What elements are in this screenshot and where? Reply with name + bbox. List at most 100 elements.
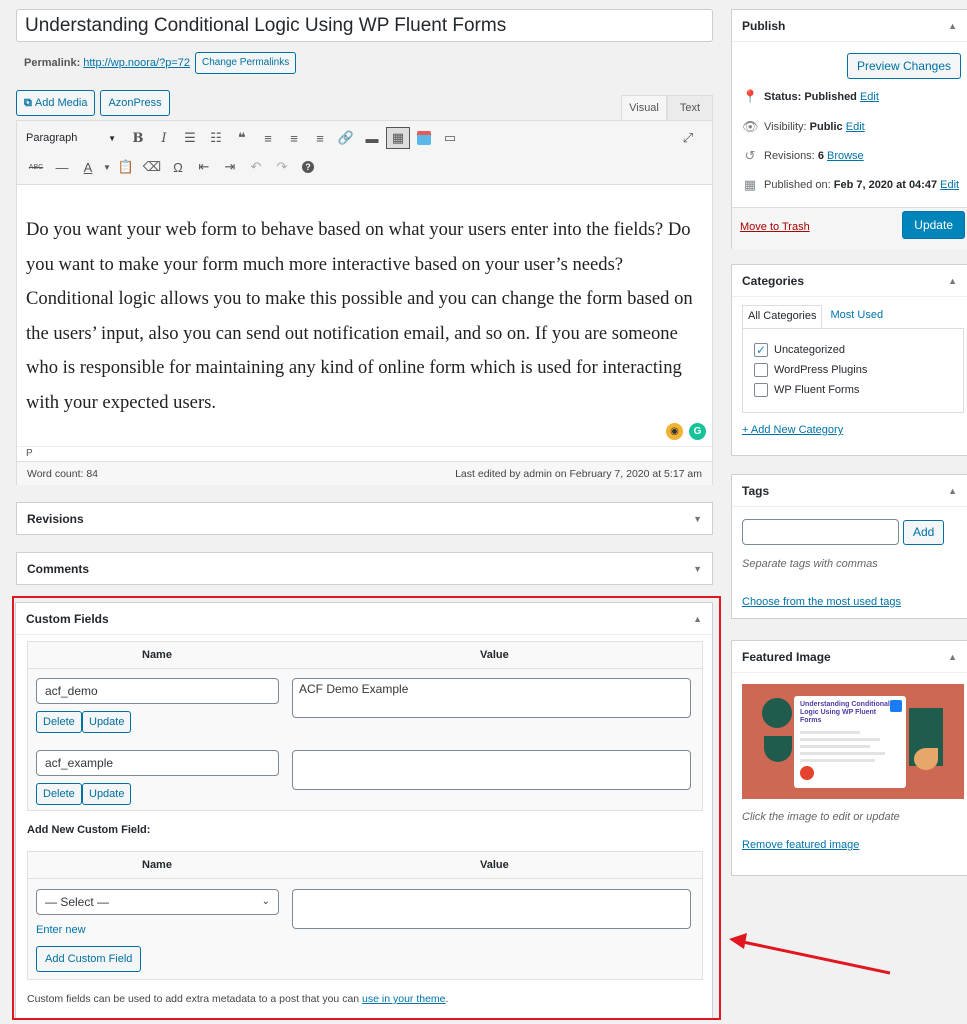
toggle-down-icon[interactable]: ▼ [693,564,702,574]
undo-icon[interactable]: ↶ [244,156,268,178]
clear-formatting-icon[interactable]: ⌫ [140,156,164,178]
tab-text[interactable]: Text [667,95,713,120]
shortcode-icon[interactable]: ▭ [438,127,462,149]
special-character-icon[interactable]: Ω [166,156,190,178]
featured-image-box: Featured Image ▲ Understanding Conditiona… [731,640,967,876]
toggle-up-icon[interactable]: ▲ [948,276,957,286]
toggle-up-icon[interactable]: ▲ [948,652,957,662]
tag-input[interactable] [742,519,899,545]
change-permalinks-button[interactable]: Change Permalinks [194,52,297,74]
browse-revisions-link[interactable]: Browse [827,150,864,162]
bold-icon[interactable]: B [126,127,150,149]
category-checkbox[interactable]: ✓ [754,343,768,357]
permalink-link[interactable]: http://wp.noora/?p=72 [83,57,190,69]
indent-icon[interactable]: ⇥ [218,156,242,178]
toolbar-toggle-icon[interactable]: ▦ [386,127,410,149]
publish-actions: Move to Trash Update [732,207,967,249]
featured-title: Featured Image [742,649,831,664]
add-tag-button[interactable]: Add [903,520,945,545]
status-value: Published [804,91,857,103]
categories-title: Categories [742,273,805,288]
format-select[interactable]: Paragraph ▼ [24,127,120,149]
preview-changes-button[interactable]: Preview Changes [846,53,961,79]
status-label: Status: [764,91,802,103]
tags-title: Tags [742,483,770,498]
grammarly-icon[interactable]: G [689,423,706,440]
outdent-icon[interactable]: ⇤ [192,156,216,178]
help-icon[interactable]: ? [296,156,320,178]
eye-icon: 👁 [742,119,759,134]
paste-text-icon[interactable]: 📋 [114,156,138,178]
dropdown-arrow-icon: ▼ [108,133,116,143]
editor-content[interactable]: Do you want your web form to behave base… [17,185,712,420]
strikethrough-icon[interactable]: ABC [24,156,48,178]
tab-most-used[interactable]: Most Used [822,305,888,329]
permalink-label: Permalink: [24,57,81,69]
category-checkbox[interactable] [754,383,768,397]
read-more-icon[interactable]: ▬ [360,127,384,149]
toggle-down-icon[interactable]: ▼ [693,514,702,524]
thumbnail-title: Understanding Conditional Logic Using WP… [800,701,890,724]
blockquote-icon[interactable]: ❝ [230,127,254,149]
comments-box[interactable]: Comments ▼ [16,552,713,585]
add-media-label: Add Media [34,97,88,109]
align-center-icon[interactable]: ≡ [282,127,306,149]
add-new-category-link[interactable]: + Add New Category [742,424,843,436]
tab-visual[interactable]: Visual [621,95,667,120]
publish-box: Publish ▲ Preview Changes 📍 Status: Publis… [731,9,967,249]
editor-toolbar: Paragraph ▼ B I ☰ ☷ ❝ ≡ ≡ ≡ 🔗 ▬ ▦ ▭ ABC —… [17,121,712,185]
fullscreen-icon[interactable]: ⤢ [676,127,700,149]
pin-icon: 📍 [742,89,759,104]
bullet-list-icon[interactable]: ☰ [178,127,202,149]
comments-title: Comments [27,562,90,576]
calendar-icon[interactable] [412,127,436,149]
edit-visibility-link[interactable]: Edit [846,121,865,133]
numbered-list-icon[interactable]: ☷ [204,127,228,149]
featured-hint: Click the image to edit or update [742,811,900,823]
color-dropdown-icon[interactable]: ▼ [102,156,112,178]
revisions-title: Revisions [27,512,84,526]
azonpress-button[interactable]: AzonPress [100,90,170,116]
remove-featured-image-link[interactable]: Remove featured image [742,839,859,851]
toggle-up-icon[interactable]: ▲ [948,486,957,496]
update-button[interactable]: Update [902,211,965,239]
tab-all-categories[interactable]: All Categories [742,305,823,329]
align-right-icon[interactable]: ≡ [308,127,332,149]
post-title-input[interactable]: Understanding Conditional Logic Using WP… [16,9,713,42]
category-label: WordPress Plugins [774,364,868,376]
category-checkbox[interactable] [754,363,768,377]
calendar-icon: ▦ [743,177,757,192]
published-label: Published on: [764,179,831,191]
choose-tags-link[interactable]: Choose from the most used tags [742,596,901,608]
align-left-icon[interactable]: ≡ [256,127,280,149]
featured-image-thumbnail[interactable]: Understanding Conditional Logic Using WP… [742,684,964,799]
revisions-box[interactable]: Revisions ▼ [16,502,713,535]
toggle-up-icon[interactable]: ▲ [948,21,957,31]
edit-status-link[interactable]: Edit [860,91,879,103]
edit-date-link[interactable]: Edit [940,179,959,191]
link-icon[interactable]: 🔗 [334,127,358,149]
visibility-label: Visibility: [764,121,807,133]
published-value: Feb 7, 2020 at 04:47 [833,179,938,191]
categories-box: Categories ▲ All Categories Most Used ✓ Un… [731,264,967,456]
move-to-trash-link[interactable]: Move to Trash [740,221,810,233]
horizontal-line-icon[interactable]: — [50,156,74,178]
highlight-box [12,596,721,1020]
editor-path: P [17,446,712,460]
media-icon: ⧉ [24,97,32,109]
word-count: Word count: 84 [27,467,99,480]
redo-icon[interactable]: ↷ [270,156,294,178]
add-media-button[interactable]: ⧉ Add Media [16,90,96,116]
text-color-icon[interactable]: A [76,156,100,178]
category-checklist: ✓ Uncategorized WordPress Plugins WP Flue… [742,328,964,413]
editor-statusbar: Word count: 84 Last edited by admin on F… [17,461,712,485]
category-label: WP Fluent Forms [774,384,860,396]
publish-title: Publish [742,18,786,33]
permalink-bar: Permalink: http://wp.noora/?p=72 Change … [24,52,297,74]
italic-icon[interactable]: I [152,127,176,149]
last-edited: Last edited by admin on February 7, 2020… [455,467,702,480]
visibility-value: Public [809,121,843,133]
annotation-arrow-icon [729,933,891,975]
emoji-icon[interactable]: ◉ [666,423,683,440]
content-editor: Paragraph ▼ B I ☰ ☷ ❝ ≡ ≡ ≡ 🔗 ▬ ▦ ▭ ABC —… [16,120,713,485]
